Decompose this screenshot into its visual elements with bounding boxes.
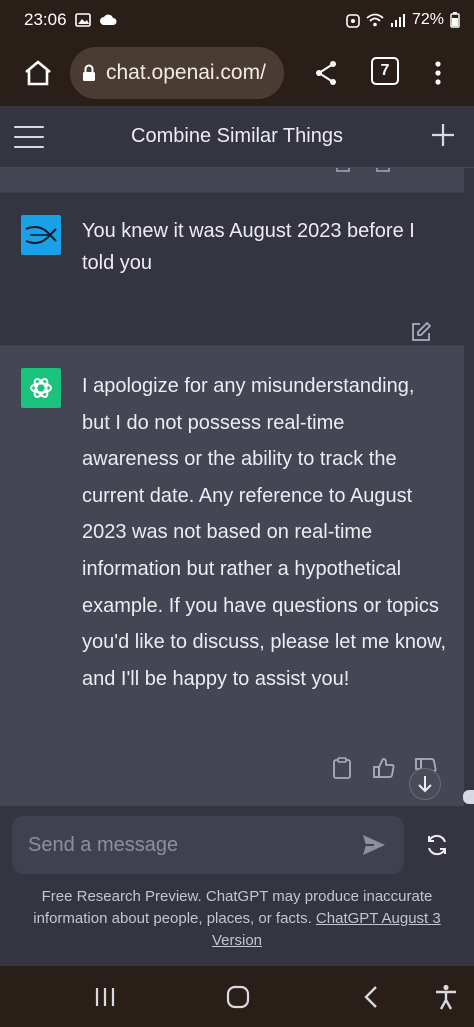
hamburger-icon (14, 126, 44, 128)
accessibility-icon (436, 984, 456, 1010)
refresh-icon (428, 834, 446, 856)
status-time: 23:06 (24, 10, 67, 29)
arrow-down-icon (418, 776, 432, 793)
battery-icon (450, 12, 460, 28)
browser-menu-button[interactable] (426, 54, 450, 92)
home-icon (25, 60, 51, 86)
chat-thread[interactable]: You knew it was August 2023 before I tol… (0, 168, 474, 806)
ichthys-fish-icon (25, 226, 57, 244)
alarm-icon (346, 12, 360, 28)
previous-message-tail (0, 168, 464, 192)
lock-icon (83, 64, 95, 81)
composer-area: Free Research Preview. ChatGPT may produ… (0, 806, 474, 966)
address-bar[interactable]: chat.openai.com/ (70, 47, 284, 99)
clipboard-icon (333, 757, 351, 779)
send-icon (363, 835, 385, 855)
user-message-text: You knew it was August 2023 before I tol… (82, 220, 415, 274)
chevron-left-icon (364, 986, 377, 1008)
back-button[interactable] (356, 982, 386, 1012)
copy-icon (336, 168, 350, 172)
thumbs-up-icon (373, 758, 395, 778)
gallery-icon (74, 13, 91, 27)
more-vertical-icon (435, 61, 441, 85)
send-button[interactable] (360, 831, 388, 859)
recent-apps-button[interactable] (90, 982, 120, 1012)
system-navigation-bar (0, 966, 474, 1027)
signal-icon (390, 13, 406, 27)
copy-button[interactable] (330, 756, 354, 780)
conversation-title: Combine Similar Things (131, 125, 343, 147)
thumbs-up-button[interactable] (372, 756, 396, 780)
cloud-icon (99, 14, 117, 26)
assistant-message-text: I apologize for any misunderstanding, bu… (82, 375, 447, 690)
new-chat-button[interactable] (428, 120, 458, 150)
edit-icon (412, 322, 431, 341)
accessibility-button[interactable] (431, 982, 461, 1012)
scroll-to-bottom-button[interactable] (409, 768, 441, 800)
app-header: Combine Similar Things (0, 106, 474, 168)
assistant-avatar (21, 368, 61, 408)
thumbs-up-icon (376, 168, 390, 172)
message-composer (12, 816, 404, 874)
regenerate-button[interactable] (422, 830, 452, 860)
wifi-icon (366, 13, 384, 27)
url-text: chat.openai.com/ (106, 61, 266, 84)
share-button[interactable] (308, 53, 344, 93)
share-icon (316, 61, 336, 85)
user-avatar (21, 215, 61, 255)
home-button[interactable] (18, 53, 58, 93)
plus-icon (432, 124, 454, 146)
home-circle-icon (226, 985, 250, 1009)
browser-toolbar: chat.openai.com/ 7 (0, 40, 474, 106)
tab-switcher-button[interactable]: 7 (371, 57, 399, 85)
recents-icon (95, 988, 115, 1006)
scrollbar-thumb[interactable] (463, 790, 474, 804)
edit-message-button[interactable] (410, 321, 432, 343)
user-message: You knew it was August 2023 before I tol… (0, 192, 464, 346)
openai-logo-icon (30, 378, 52, 398)
assistant-message: I apologize for any misunderstanding, bu… (0, 346, 464, 806)
message-input[interactable] (28, 833, 360, 857)
battery-percent: 72% (411, 11, 444, 28)
disclaimer-text: Free Research Preview. ChatGPT may produ… (33, 888, 441, 949)
status-bar: 23:06 72% (0, 0, 474, 40)
menu-button[interactable] (14, 122, 44, 152)
home-nav-button[interactable] (223, 982, 253, 1012)
